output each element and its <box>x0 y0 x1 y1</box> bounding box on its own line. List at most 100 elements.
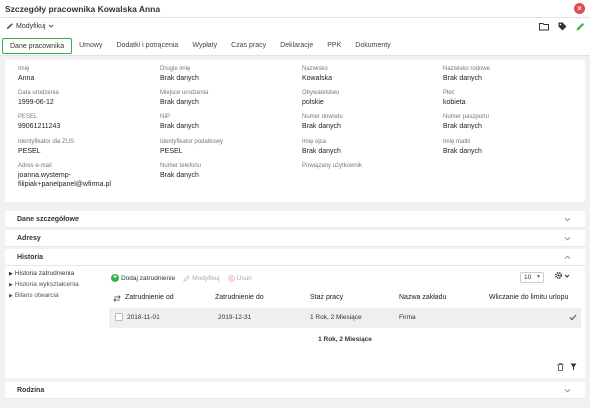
grid-settings-button[interactable] <box>554 271 570 280</box>
close-button[interactable]: × <box>574 3 585 14</box>
grid-header: Zatrudnienie od Zatrudnienie do Staż pra… <box>109 292 581 306</box>
history-nav-item[interactable]: ▶ Historia zatrudnienia <box>9 270 79 277</box>
field-value: PESEL <box>18 148 41 155</box>
sort-arrows-icon[interactable] <box>113 295 121 302</box>
grid-footer-icons <box>557 363 577 371</box>
cell-company: Firma <box>399 314 416 321</box>
section-title: Rodzina <box>17 387 45 394</box>
field-label: NIP <box>160 114 171 120</box>
field-value: polskie <box>302 99 324 106</box>
field-value: kobieta <box>443 99 466 106</box>
chevron-down-icon <box>564 274 570 278</box>
chevron-down-icon <box>564 236 571 241</box>
email-line-1: joanna.wystemp- <box>18 172 71 179</box>
toolbar: Modyfikuj <box>0 18 590 36</box>
history-nav-item[interactable]: ▶ Historia wykształcenia <box>9 281 79 288</box>
field-value: Brak danych <box>443 148 482 155</box>
window-title: Szczegóły pracownika Kowalska Anna <box>5 4 161 14</box>
section-title: Dane szczegółowe <box>17 216 79 223</box>
tab-deklaracje[interactable]: Deklaracje <box>273 38 320 54</box>
tab-ppk[interactable]: PPK <box>320 38 348 54</box>
edit-icon <box>183 274 190 282</box>
field-label: Numer paszportu <box>443 114 490 120</box>
folder-icon[interactable] <box>539 21 549 31</box>
modify-employment-button[interactable]: Modyfikuj <box>183 274 220 282</box>
employee-details-panel: Imię Anna Drugie imię Brak danych Nazwis… <box>5 60 585 202</box>
field-label: Numer telefonu <box>160 163 202 169</box>
column-header[interactable]: Nazwa zakładu <box>399 294 446 301</box>
tab-czas-pracy[interactable]: Czas pracy <box>224 38 273 54</box>
field-id-zus: Identyfikator dla ZUS PESEL <box>18 139 74 156</box>
field-value: PESEL <box>160 148 183 155</box>
tab-dokumenty[interactable]: Dokumenty <box>348 38 397 54</box>
tab-dane-pracownika[interactable]: Dane pracownika <box>2 37 73 54</box>
window-header: Szczegóły pracownika Kowalska Anna × <box>0 0 590 18</box>
tab-dodatki[interactable]: Dodatki i potrącenia <box>109 38 185 54</box>
add-employment-button[interactable]: + Dodaj zatrudnienie <box>111 274 175 282</box>
total-duration: 1 Rok, 2 Miesiące <box>318 336 372 343</box>
field-nazwisko-rodowe: Nazwisko rodowe Brak danych <box>443 66 490 83</box>
edit-green-icon[interactable] <box>575 21 585 31</box>
history-nav-item[interactable]: ▶ Bilans otwarcia <box>9 292 79 299</box>
section-rodzina[interactable]: Rodzina <box>5 382 585 399</box>
email-line-2: filipiak+panelpanel@wfirma.pl <box>18 181 111 188</box>
field-numer-dowodu: Numer dowodu Brak danych <box>302 114 343 131</box>
section-dane-szczegolowe[interactable]: Dane szczegółowe <box>5 211 585 228</box>
field-value: Brak danych <box>160 123 199 130</box>
field-value: Brak danych <box>302 123 341 130</box>
field-label: Nazwisko <box>302 66 328 72</box>
field-data-urodzenia: Data urodzenia 1999-06-12 <box>18 90 59 107</box>
column-header[interactable]: Wliczanie do limitu urlopu <box>489 294 568 301</box>
tag-icon[interactable] <box>557 21 567 31</box>
history-nav: ▶ Historia zatrudnienia ▶ Historia wykszta… <box>9 270 79 303</box>
field-label: Obywatelstwo <box>302 90 340 96</box>
history-panel: ▶ Historia zatrudnienia ▶ Historia wykszta… <box>5 266 585 378</box>
section-adresy[interactable]: Adresy <box>5 230 585 247</box>
field-label: Numer dowodu <box>302 114 343 120</box>
row-checkbox[interactable] <box>115 313 123 321</box>
page-size-select[interactable]: 10 ▼ <box>520 272 544 283</box>
field-value: Anna <box>18 75 35 82</box>
field-label: Powiązany użytkownik <box>302 163 363 169</box>
field-obywatelstwo: Obywatelstwo polskie <box>302 90 339 107</box>
field-pesel: PESEL 99061211243 <box>18 114 60 131</box>
trash-icon[interactable] <box>557 363 564 371</box>
column-header[interactable]: Zatrudnienie do <box>215 294 264 301</box>
field-value: joanna.wystemp- filipiak+panelpanel@wfir… <box>18 171 111 189</box>
field-label: Drugie imię <box>160 66 191 72</box>
check-icon <box>569 314 577 321</box>
chevron-down-icon <box>564 388 571 393</box>
field-label: Data urodzenia <box>18 90 59 96</box>
section-historia[interactable]: Historia <box>5 249 585 266</box>
field-label: PESEL <box>18 114 38 120</box>
field-label: Płeć <box>443 90 455 96</box>
delete-icon <box>227 274 235 282</box>
field-plec: Płeć kobieta <box>443 90 466 107</box>
field-telefon: Numer telefonu Brak danych <box>160 163 201 180</box>
field-label: Imię matki <box>443 139 471 145</box>
grid-toolbar: + Dodaj zatrudnienie Modyfikuj Usuń <box>111 274 252 282</box>
section-title: Historia <box>17 254 44 261</box>
chevron-up-icon <box>564 255 571 260</box>
field-value: Brak danych <box>160 172 199 179</box>
delete-employment-button[interactable]: Usuń <box>227 274 252 282</box>
cell-to: 2019-12-31 <box>218 314 252 321</box>
field-label: Imię ojca <box>302 139 327 145</box>
tab-wyplaty[interactable]: Wypłaty <box>185 38 224 54</box>
field-imie: Imię Anna <box>18 66 34 83</box>
modify-menu-button[interactable]: Modyfikuj <box>6 22 54 30</box>
filter-icon[interactable] <box>570 363 577 371</box>
chevron-down-icon <box>564 217 571 222</box>
field-miejsce-urodzenia: Miejsce urodzenia Brak danych <box>160 90 208 107</box>
field-imie-ojca: Imię ojca Brak danych <box>302 139 341 156</box>
field-email: Adres e-mail joanna.wystemp- filipiak+pa… <box>18 163 111 189</box>
chevron-down-icon: ▼ <box>536 274 541 280</box>
edit-icon <box>6 23 13 30</box>
table-row[interactable]: 2018-11-01 2019-12-31 1 Rok, 2 Miesiące … <box>109 308 581 328</box>
tab-umowy[interactable]: Umowy <box>72 38 109 54</box>
field-value: Brak danych <box>160 75 199 82</box>
column-header[interactable]: Zatrudnienie od <box>125 294 174 301</box>
field-label: Identyfikator dla ZUS <box>18 139 75 145</box>
field-value: Brak danych <box>443 75 482 82</box>
column-header[interactable]: Staż pracy <box>310 294 343 301</box>
